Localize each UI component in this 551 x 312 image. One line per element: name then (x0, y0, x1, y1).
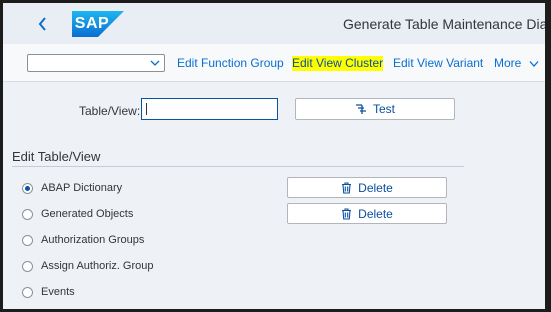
table-view-input[interactable] (141, 98, 278, 120)
radio-button[interactable] (22, 260, 33, 272)
radio-button[interactable] (22, 182, 33, 194)
app-window: SAP Generate Table Maintenance Dialog Ed… (3, 3, 545, 309)
edit-view-variant-button[interactable]: Edit View Variant (393, 56, 483, 71)
radio-button[interactable] (22, 286, 33, 298)
test-icon (355, 104, 366, 114)
radio-button[interactable] (22, 208, 33, 220)
toolbar-select[interactable] (27, 54, 165, 72)
test-button-label: Test (372, 102, 395, 116)
radio-authorization-groups[interactable]: Authorization Groups (22, 232, 144, 248)
toolbar: Edit Function Group Edit View Cluster Ed… (3, 44, 545, 82)
back-button[interactable] (32, 13, 54, 35)
sap-logo: SAP (72, 11, 124, 37)
chevron-left-icon (38, 17, 46, 31)
table-view-label: Table/View: (79, 104, 141, 118)
chevron-down-icon (150, 60, 160, 66)
delete-button-label: Delete (358, 206, 393, 221)
radio-label: ABAP Dictionary (41, 182, 123, 194)
chevron-down-icon (529, 60, 539, 67)
edit-function-group-button[interactable]: Edit Function Group (177, 56, 284, 71)
radio-label: Assign Authoriz. Group (41, 260, 154, 272)
radio-label: Generated Objects (41, 208, 134, 220)
radio-assign-authoriz-group[interactable]: Assign Authoriz. Group (22, 258, 154, 274)
radio-events[interactable]: Events (22, 284, 75, 300)
radio-generated-objects[interactable]: Generated Objects (22, 206, 133, 222)
more-button-label: More (494, 56, 522, 70)
edit-view-cluster-button[interactable]: Edit View Cluster (292, 56, 384, 71)
shell-bar: SAP Generate Table Maintenance Dialog (3, 3, 545, 44)
screenshot-frame: SAP Generate Table Maintenance Dialog Ed… (0, 0, 551, 312)
delete-button-2[interactable]: Delete (287, 203, 447, 224)
radio-label: Events (41, 286, 75, 298)
radio-abap-dictionary[interactable]: ABAP Dictionary (22, 180, 122, 196)
section-divider (12, 166, 464, 167)
section-title: Edit Table/View (12, 149, 101, 164)
radio-label: Authorization Groups (41, 234, 145, 246)
page-title: Generate Table Maintenance Dialog (343, 16, 545, 32)
sap-logo-text: SAP (74, 15, 110, 32)
more-button[interactable]: More (494, 56, 539, 71)
delete-button-label: Delete (358, 180, 393, 195)
delete-button-1[interactable]: Delete (287, 177, 447, 198)
trash-icon (342, 207, 352, 220)
test-button[interactable]: Test (295, 98, 455, 120)
trash-icon (342, 181, 352, 194)
radio-button[interactable] (22, 234, 33, 246)
